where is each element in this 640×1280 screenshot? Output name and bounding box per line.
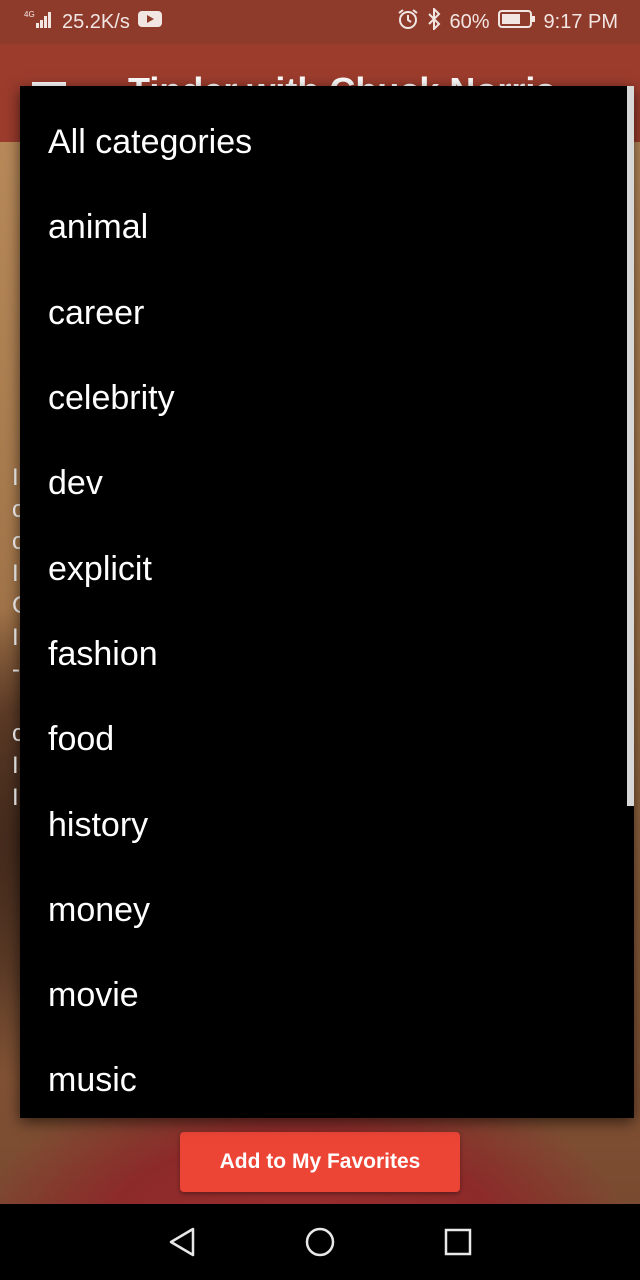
- clock: 9:17 PM: [543, 10, 618, 33]
- network-speed: 25.2K/s: [62, 10, 130, 33]
- youtube-icon: [137, 10, 162, 34]
- category-item-career[interactable]: career: [20, 271, 634, 356]
- navigation-bar: [0, 1204, 640, 1280]
- category-item-explicit[interactable]: explicit: [20, 526, 634, 611]
- battery-percent: 60%: [449, 10, 490, 33]
- recents-icon[interactable]: [435, 1219, 481, 1265]
- home-icon[interactable]: [297, 1219, 343, 1265]
- back-icon[interactable]: [159, 1219, 205, 1265]
- add-to-favorites-button[interactable]: Add to My Favorites: [180, 1132, 460, 1192]
- category-list: All categories animal career celebrity d…: [20, 86, 634, 1118]
- dropdown-scrollbar[interactable]: [627, 86, 634, 806]
- status-right: 60% 9:17 PM: [397, 6, 618, 36]
- category-item-dev[interactable]: dev: [20, 441, 634, 526]
- category-item-money[interactable]: money: [20, 868, 634, 953]
- category-item-music[interactable]: music: [20, 1038, 634, 1118]
- category-item-history[interactable]: history: [20, 782, 634, 867]
- category-item-all[interactable]: All categories: [20, 100, 634, 185]
- status-left: 4G 25.2K/s: [24, 9, 162, 35]
- battery-icon: [497, 9, 536, 35]
- bluetooth-icon: [427, 6, 441, 36]
- status-bar: 4G 25.2K/s 60% 9:17 PM: [0, 0, 640, 44]
- category-item-fashion[interactable]: fashion: [20, 612, 634, 697]
- category-item-food[interactable]: food: [20, 697, 634, 782]
- category-item-movie[interactable]: movie: [20, 953, 634, 1038]
- alarm-icon: [397, 8, 419, 36]
- category-item-celebrity[interactable]: celebrity: [20, 356, 634, 441]
- svg-text:4G: 4G: [24, 10, 35, 19]
- signal-icon: 4G: [24, 9, 54, 35]
- category-item-animal[interactable]: animal: [20, 185, 634, 270]
- category-dropdown[interactable]: All categories animal career celebrity d…: [20, 86, 634, 1118]
